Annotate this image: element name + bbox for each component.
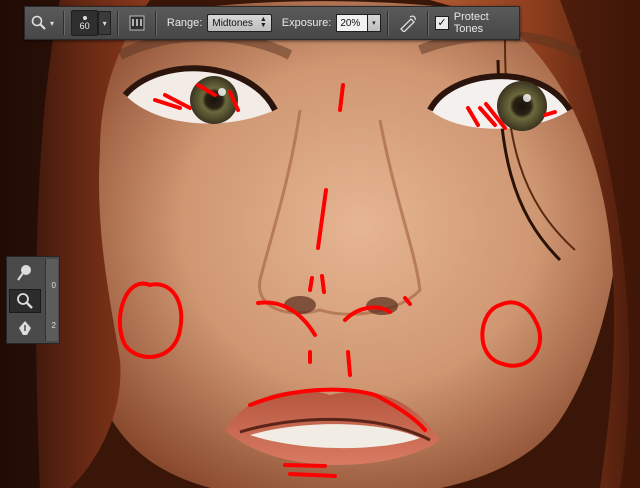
ruler-mark: 2 — [51, 321, 56, 330]
range-select[interactable]: Midtones ▲ ▼ — [207, 14, 272, 32]
tool-panel: 0 2 — [6, 256, 60, 344]
range-label: Range: — [166, 17, 203, 29]
divider — [116, 11, 119, 35]
divider — [63, 11, 65, 35]
brush-dot-icon — [82, 15, 87, 20]
exposure-input[interactable]: 20% — [336, 14, 368, 32]
ruler-mark: 0 — [51, 281, 56, 290]
brush-panel-toggle-button[interactable] — [125, 11, 149, 35]
pen-tool-button[interactable] — [9, 317, 41, 341]
dodge-tool-icon — [17, 265, 31, 281]
options-bar: ▾ 60 ▾ Range: Midtones ▲ ▼ Exposure: 20% … — [24, 6, 520, 40]
protect-tones-checkbox[interactable]: ✓ — [435, 16, 449, 30]
exposure-label: Exposure: — [281, 17, 332, 29]
burn-tool-icon — [17, 293, 33, 309]
panel-ruler: 0 2 — [45, 259, 58, 341]
chevron-down-icon: ▾ — [50, 18, 55, 28]
document-canvas[interactable] — [0, 0, 640, 488]
brush-dropdown-button[interactable]: ▾ — [98, 11, 111, 35]
brush-picker[interactable]: 60 — [70, 10, 99, 36]
burn-tool-button[interactable] — [9, 289, 41, 313]
protect-tones-label: Protect Tones — [453, 11, 489, 35]
divider — [387, 11, 390, 35]
brush-panel-icon — [129, 15, 145, 31]
divider — [154, 11, 157, 35]
airbrush-icon — [400, 15, 416, 32]
pen-tool-icon — [19, 321, 31, 335]
exposure-slider-button[interactable]: ▾ — [367, 14, 382, 32]
divider — [427, 11, 430, 35]
updown-arrows-icon: ▲ ▼ — [259, 16, 267, 29]
range-value: Midtones — [212, 17, 253, 29]
brush-size-value: 60 — [79, 20, 90, 31]
burn-tool-icon — [31, 15, 46, 30]
dodge-tool-button[interactable] — [9, 261, 41, 285]
tool-preset-picker[interactable]: ▾ — [27, 11, 57, 35]
airbrush-toggle-button[interactable] — [395, 11, 421, 35]
